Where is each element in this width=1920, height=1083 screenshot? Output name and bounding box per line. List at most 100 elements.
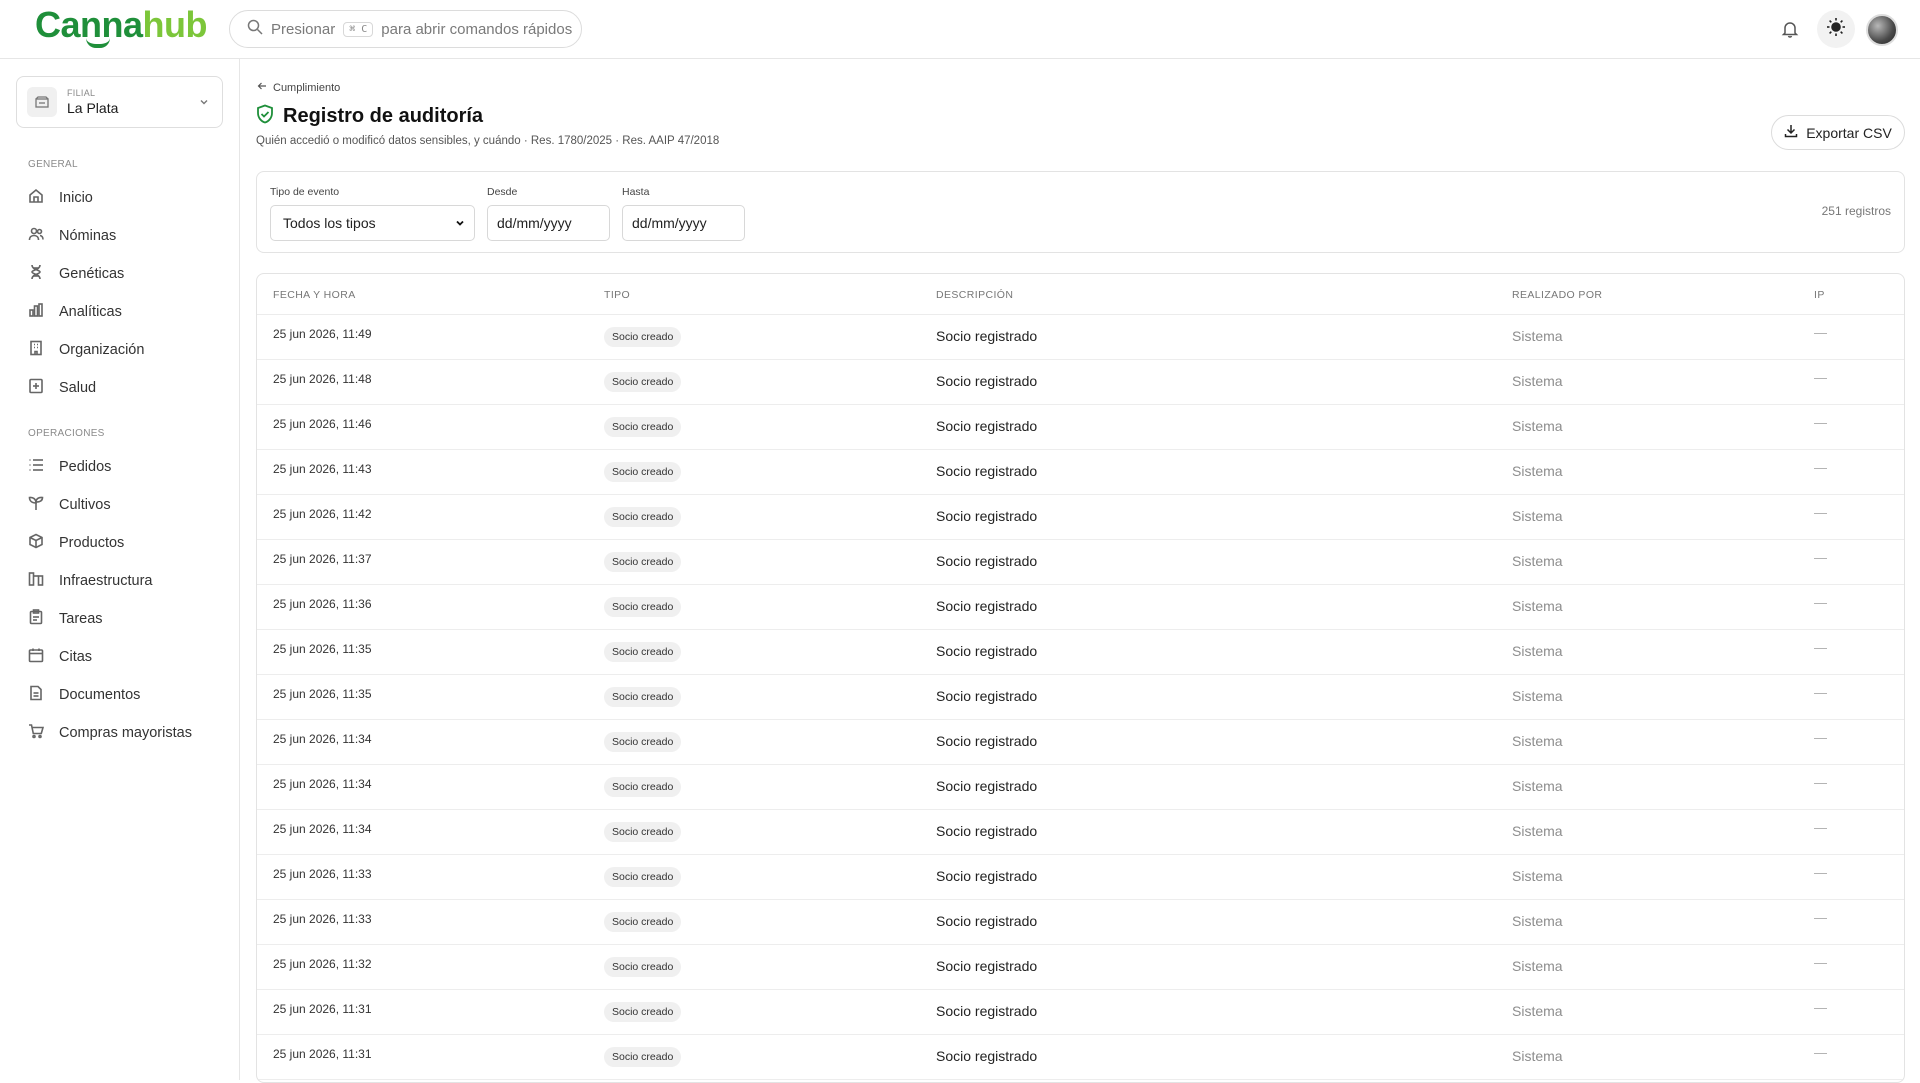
sidebar-item-compras-mayoristas[interactable]: Compras mayoristas [28,721,192,745]
table-row[interactable]: 25 jun 2026, 11:49 Socio creado Socio regi… [257,315,1904,360]
theme-toggle-button[interactable] [1817,10,1855,48]
table-header: FECHA Y HORA TIPO DESCRIPCIÓN REALIZADO … [257,274,1904,315]
cell-ip: — [1814,505,1827,520]
table-row[interactable]: 25 jun 2026, 11:35 Socio creado Socio regi… [257,630,1904,675]
table-row[interactable]: 25 jun 2026, 11:31 Socio creado Socio regi… [257,990,1904,1035]
top-bar: Cannahub Presionar ⌘ C para abrir comand… [0,0,1920,59]
cell-ip: — [1814,460,1827,475]
column-header-description[interactable]: DESCRIPCIÓN [936,289,1013,301]
type-badge: Socio creado [604,732,682,752]
table-row[interactable]: 25 jun 2026, 11:31 Socio creado Socio regi… [257,1035,1904,1080]
table-row[interactable]: 25 jun 2026, 11:48 Socio creado Socio regi… [257,360,1904,405]
arrow-left-icon [257,81,267,94]
type-badge: Socio creado [604,372,682,392]
sidebar-item-label: Productos [59,535,125,551]
cell-performed-by: Sistema [1512,778,1563,794]
sidebar-item-cultivos[interactable]: Cultivos [28,493,111,517]
table-row[interactable]: 25 jun 2026, 11:36 Socio creado Socio regi… [257,585,1904,630]
sidebar-item-inicio[interactable]: Inicio [28,186,93,210]
event-type-label: Tipo de evento [270,186,340,198]
avatar[interactable] [1866,14,1898,46]
cannahub-logo[interactable]: Cannahub [35,4,208,46]
cell-datetime: 25 jun 2026, 11:32 [273,957,372,971]
cell-performed-by: Sistema [1512,1003,1563,1019]
to-date-input[interactable]: dd/mm/yyyy [622,205,745,241]
cell-ip: — [1814,415,1827,430]
sidebar-item-label: Nóminas [59,228,117,244]
cell-performed-by: Sistema [1512,733,1563,749]
from-label: Desde [487,186,518,198]
page-title-group: Registro de auditoría [256,104,483,129]
cell-datetime: 25 jun 2026, 11:31 [273,1047,372,1061]
type-badge: Socio creado [604,1047,682,1067]
table-row[interactable]: 25 jun 2026, 11:43 Socio creado Socio regi… [257,450,1904,495]
table-row[interactable]: 25 jun 2026, 11:37 Socio creado Socio regi… [257,540,1904,585]
table-row[interactable]: 25 jun 2026, 11:33 Socio creado Socio regi… [257,855,1904,900]
cell-datetime: 25 jun 2026, 11:36 [273,597,372,611]
sprout-icon [28,495,44,515]
type-badge: Socio creado [604,777,682,797]
sidebar-item-citas[interactable]: Citas [28,645,92,669]
sidebar-item-nominas[interactable]: Nóminas [28,224,116,248]
sidebar-item-label: Citas [59,649,93,665]
cell-datetime: 25 jun 2026, 11:34 [273,822,372,836]
export-csv-button[interactable]: Exportar CSV [1771,115,1905,150]
health-icon [28,378,44,398]
column-header-type[interactable]: TIPO [604,289,630,301]
cell-ip: — [1814,910,1827,925]
sidebar-item-label: Documentos [59,687,141,703]
sidebar-item-label: Infraestructura [59,573,153,589]
from-date-input[interactable]: dd/mm/yyyy [487,205,610,241]
bell-icon[interactable] [1777,16,1803,42]
table-row[interactable]: 25 jun 2026, 11:34 Socio creado Socio regi… [257,810,1904,855]
cell-performed-by: Sistema [1512,823,1563,839]
table-row[interactable]: 25 jun 2026, 11:34 Socio creado Socio regi… [257,720,1904,765]
cell-description: Socio registrado [936,913,1038,929]
infrastructure-icon [28,571,44,591]
sidebar-item-analiticas[interactable]: Analíticas [28,300,122,324]
breadcrumb[interactable]: Cumplimiento [257,81,340,94]
sidebar-item-organizacion[interactable]: Organización [28,338,144,362]
records-count: 251 registros [1821,204,1891,218]
users-icon [28,226,44,246]
cell-description: Socio registrado [936,463,1038,479]
table-row[interactable]: 25 jun 2026, 11:32 Socio creado Socio regi… [257,945,1904,990]
branch-name: La Plata [67,100,119,116]
sidebar-item-geneticas[interactable]: Genéticas [28,262,124,286]
column-header-ip[interactable]: IP [1814,289,1825,301]
cell-ip: — [1814,370,1827,385]
cell-description: Socio registrado [936,688,1038,704]
column-header-datetime[interactable]: FECHA Y HORA [273,289,356,301]
sidebar-item-tareas[interactable]: Tareas [28,607,103,631]
search-icon [247,19,263,39]
sidebar-item-pedidos[interactable]: Pedidos [28,455,111,479]
event-type-select[interactable]: Todos los tipos [270,205,475,241]
column-header-performed-by[interactable]: REALIZADO POR [1512,289,1602,301]
sidebar-item-infraestructura[interactable]: Infraestructura [28,569,153,593]
cell-ip: — [1814,1000,1827,1015]
command-search[interactable]: Presionar ⌘ C para abrir comandos rápido… [229,10,582,48]
table-row[interactable]: 25 jun 2026, 11:46 Socio creado Socio regi… [257,405,1904,450]
cell-datetime: 25 jun 2026, 11:35 [273,642,372,656]
table-row[interactable]: 25 jun 2026, 11:42 Socio creado Socio regi… [257,495,1904,540]
audit-table: FECHA Y HORA TIPO DESCRIPCIÓN REALIZADO … [256,273,1905,1083]
cell-datetime: 25 jun 2026, 11:37 [273,552,372,566]
cell-performed-by: Sistema [1512,463,1563,479]
table-row[interactable]: 25 jun 2026, 11:34 Socio creado Socio regi… [257,765,1904,810]
branch-selector[interactable]: FILIAL La Plata [16,76,223,128]
table-row[interactable]: 25 jun 2026, 11:33 Socio creado Socio regi… [257,900,1904,945]
table-row[interactable]: 25 jun 2026, 11:35 Socio creado Socio regi… [257,675,1904,720]
bar-chart-icon [28,302,44,322]
cell-description: Socio registrado [936,553,1038,569]
cell-ip: — [1814,820,1827,835]
cell-datetime: 25 jun 2026, 11:33 [273,912,372,926]
sidebar-item-documentos[interactable]: Documentos [28,683,140,707]
to-label: Hasta [622,186,650,198]
cell-performed-by: Sistema [1512,598,1563,614]
cell-description: Socio registrado [936,1048,1038,1064]
type-badge: Socio creado [604,1002,682,1022]
store-icon [27,87,57,117]
cell-ip: — [1814,955,1827,970]
sidebar-item-productos[interactable]: Productos [28,531,124,555]
sidebar-item-salud[interactable]: Salud [28,376,96,400]
